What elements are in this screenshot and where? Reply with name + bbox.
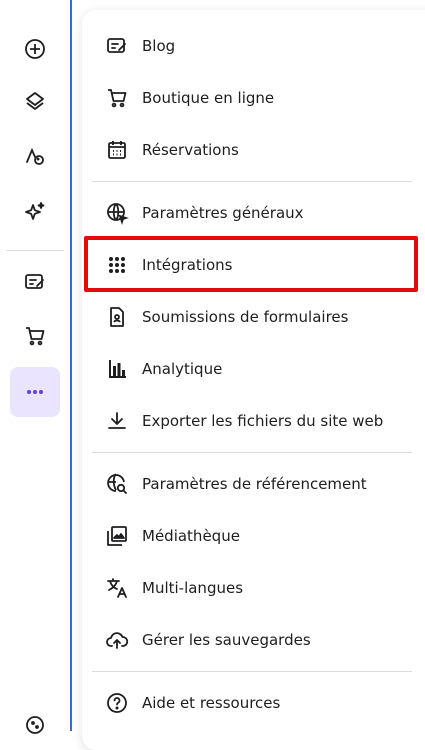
menu-item-exporter[interactable]: Exporter les fichiers du site web (82, 397, 422, 445)
rail-divider (70, 0, 72, 731)
more-dots-icon[interactable] (10, 367, 60, 417)
blog-edit-icon[interactable] (16, 263, 54, 301)
cart-icon[interactable] (16, 317, 54, 355)
menu-item-sauvegardes[interactable]: Gérer les sauvegardes (82, 616, 422, 664)
menu-item-label: Analytique (142, 360, 223, 378)
bar-chart-icon (104, 356, 130, 382)
seo-globe-search-icon (104, 471, 130, 497)
form-file-icon (104, 304, 130, 330)
menu-item-label: Multi-langues (142, 579, 244, 597)
menu-item-label: Boutique en ligne (142, 89, 275, 107)
menu-item-label: Aide et ressources (142, 694, 281, 712)
cloud-upload-icon (104, 627, 130, 653)
menu-item-boutique[interactable]: Boutique en ligne (82, 74, 422, 122)
menu-item-blog[interactable]: Blog (82, 22, 422, 70)
menu-item-label: Exporter les fichiers du site web (142, 412, 384, 430)
media-library-icon (104, 523, 130, 549)
more-menu-panel: Blog Boutique en ligne Réservations Para… (82, 10, 425, 750)
menu-item-label: Blog (142, 37, 176, 55)
left-rail (0, 0, 70, 734)
menu-item-label: Paramètres généraux (142, 204, 304, 222)
download-icon (104, 408, 130, 434)
menu-item-reservations[interactable]: Réservations (82, 126, 422, 174)
calendar-icon (104, 137, 130, 163)
palette-icon[interactable] (16, 137, 54, 175)
translate-icon (104, 575, 130, 601)
globe-cursor-icon (104, 200, 130, 226)
highlight-box (84, 236, 418, 292)
menu-item-soumissions[interactable]: Soumissions de formulaires (82, 293, 422, 341)
menu-item-analytique[interactable]: Analytique (82, 345, 422, 393)
cart-icon (104, 85, 130, 111)
menu-item-label: Réservations (142, 141, 239, 159)
menu-item-aide[interactable]: Aide et ressources (82, 679, 422, 727)
menu-item-label: Soumissions de formulaires (142, 308, 349, 326)
blog-edit-icon (104, 33, 130, 59)
menu-item-label: Gérer les sauvegardes (142, 631, 311, 649)
help-circle-icon (104, 690, 130, 716)
menu-item-label: Paramètres de référencement (142, 475, 367, 493)
menu-item-parametres-generaux[interactable]: Paramètres généraux (82, 189, 422, 237)
menu-item-referencement[interactable]: Paramètres de référencement (82, 460, 422, 508)
cookie-icon[interactable] (16, 706, 54, 744)
layers-icon[interactable] (16, 82, 54, 120)
sparkle-icon[interactable] (16, 193, 54, 231)
menu-item-mediatheque[interactable]: Médiathèque (82, 512, 422, 560)
menu-item-multi-langues[interactable]: Multi-langues (82, 564, 422, 612)
menu-item-label: Médiathèque (142, 527, 240, 545)
add-circle-icon[interactable] (16, 30, 54, 68)
